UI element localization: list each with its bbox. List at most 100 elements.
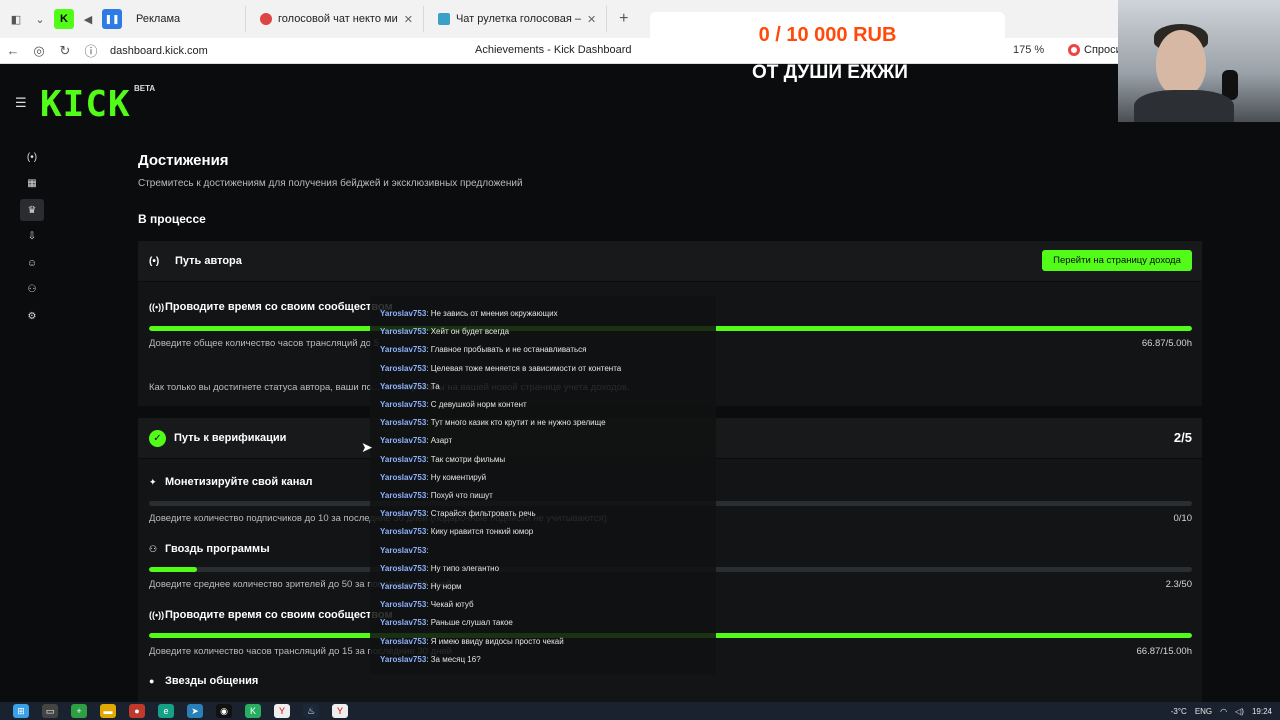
chat-message: Yaroslav753: С девушкой норм контент xyxy=(380,400,527,409)
verification-path-title: Путь к верификации xyxy=(174,432,287,444)
chat-username[interactable]: Yaroslav753 xyxy=(380,382,426,391)
tab-chat-roulette[interactable]: Чат рулетка голосовая – ✕ xyxy=(428,6,608,32)
weather[interactable]: -3°C xyxy=(1171,707,1187,716)
yandex-icon[interactable]: Y xyxy=(274,704,290,718)
users-icon[interactable]: ⚇ xyxy=(20,279,44,301)
zoom-level[interactable]: 175 % xyxy=(1013,44,1044,56)
chat-text: Не завись от мнения окружающих xyxy=(430,309,558,318)
app-icon[interactable]: + xyxy=(71,704,87,718)
obs-icon[interactable]: ◉ xyxy=(216,704,232,718)
tab-ads[interactable]: Реклама xyxy=(126,6,246,32)
verification-count: 2/5 xyxy=(1173,430,1192,445)
chat-username[interactable]: Yaroslav753 xyxy=(380,491,426,500)
volume-icon[interactable]: ◁) xyxy=(1235,707,1244,716)
chat-username[interactable]: Yaroslav753 xyxy=(380,473,426,482)
analytics-icon[interactable]: ▦ xyxy=(20,173,44,195)
chat-text: Ну типо элегантно xyxy=(430,563,500,573)
chat-text: Главное пробывать и не останавливаться xyxy=(430,345,587,355)
ask-button[interactable]: Спроси xyxy=(1068,44,1122,56)
chat-username[interactable]: Yaroslav753 xyxy=(380,546,426,555)
donation-goal-widget: 0 / 10 000 RUB xyxy=(650,12,1005,58)
chat-message: Yaroslav753: Целевая тоже меняется в зав… xyxy=(380,363,622,373)
chat-message: Yaroslav753: За месяц 16? xyxy=(380,654,481,664)
edge-icon[interactable]: e xyxy=(158,704,174,718)
broadcast-icon: (•) xyxy=(149,255,160,267)
close-icon[interactable]: ✕ xyxy=(587,13,596,26)
close-icon[interactable]: ✕ xyxy=(404,13,413,26)
red-circle-icon xyxy=(260,13,272,25)
hamburger-menu-icon[interactable]: ☰ xyxy=(15,95,27,111)
clock[interactable]: 19:24 xyxy=(1252,707,1272,716)
chat-text: Старайся фильтровать речь xyxy=(430,509,536,519)
chat-username[interactable]: Yaroslav753 xyxy=(380,509,426,518)
steam-icon[interactable]: ♨ xyxy=(303,704,319,718)
pause-icon[interactable]: ❚❚ xyxy=(102,9,122,29)
tab-voice-chat[interactable]: голосовой чат некто ми ✕ xyxy=(250,6,424,32)
alice-icon xyxy=(1068,44,1080,56)
page-subtitle: Стремитесь к достижениям для получения б… xyxy=(138,178,523,189)
wifi-icon[interactable]: ◠ xyxy=(1220,707,1227,716)
telegram-icon[interactable]: ➤ xyxy=(187,704,203,718)
url-input[interactable]: dashboard.kick.com xyxy=(110,45,208,57)
chat-text: Похуй что пишут xyxy=(430,491,493,500)
folder-icon[interactable]: ▬ xyxy=(100,704,116,718)
tab-label: Чат рулетка голосовая – xyxy=(455,13,581,25)
windows-start-icon[interactable]: ⊞ xyxy=(13,704,29,718)
chat-username[interactable]: Yaroslav753 xyxy=(380,436,426,445)
audience-icon: ⚇ xyxy=(149,543,158,554)
upload-icon[interactable]: ⇩ xyxy=(20,226,44,248)
chat-username[interactable]: Yaroslav753 xyxy=(380,418,426,427)
kick-logo[interactable]: KICK xyxy=(40,84,131,125)
chat-message: Yaroslav753: Главное пробывать и не оста… xyxy=(380,345,587,355)
chat-text: Азарт xyxy=(430,436,453,446)
mute-icon[interactable]: ◀ xyxy=(78,9,98,29)
yandex-browser-icon[interactable]: Y xyxy=(332,704,348,718)
chat-username[interactable]: Yaroslav753 xyxy=(380,400,426,409)
chevron-down-icon[interactable]: ⌄ xyxy=(30,9,50,29)
chat-icon xyxy=(437,13,450,25)
chat-username[interactable]: Yaroslav753 xyxy=(380,564,426,573)
chat-username[interactable]: Yaroslav753 xyxy=(380,582,426,591)
verified-check-icon: ✓ xyxy=(149,429,166,447)
broadcast-icon[interactable]: (•) xyxy=(20,146,44,168)
chat-username[interactable]: Yaroslav753 xyxy=(380,600,426,609)
chat-message: Yaroslav753: Хейт он будет всегда xyxy=(380,327,510,337)
task-view-icon[interactable]: ▭ xyxy=(42,704,58,718)
chat-username[interactable]: Yaroslav753 xyxy=(380,345,426,354)
trophy-icon[interactable]: ♛ xyxy=(20,199,44,221)
chat-username[interactable]: Yaroslav753 xyxy=(380,364,426,373)
achievement-value: 0/10 xyxy=(1173,513,1193,524)
chat-username[interactable]: Yaroslav753 xyxy=(380,527,426,536)
kick-favicon-icon[interactable]: K xyxy=(54,9,74,29)
chat-message: Yaroslav753: Не завись от мнения окружаю… xyxy=(380,309,558,318)
stream-caption: ОТ ДУШИ ЕЖЖИ xyxy=(752,62,908,83)
chat-username[interactable]: Yaroslav753 xyxy=(380,327,426,336)
chat-username[interactable]: Yaroslav753 xyxy=(380,655,426,664)
sidebar-toggle-icon[interactable]: ◧ xyxy=(6,9,26,29)
broadcast-icon: ((•)) xyxy=(149,610,165,620)
kick-app-icon[interactable]: K xyxy=(245,704,261,718)
chat-username[interactable]: Yaroslav753 xyxy=(380,637,426,646)
achievement-title: ✦ Монетизируйте свой канал xyxy=(149,476,313,488)
back-icon[interactable]: ← xyxy=(0,43,26,58)
achievement-value: 66.87/15.00h xyxy=(1136,646,1192,657)
chat-message: Yaroslav753: Ну коментируй xyxy=(380,472,487,482)
chat-text: С девушкой норм контент xyxy=(430,400,527,409)
language[interactable]: ENG xyxy=(1195,707,1212,716)
chat-username[interactable]: Yaroslav753 xyxy=(380,309,426,318)
shield-icon[interactable]: ◎ xyxy=(26,43,52,59)
chat-message: Yaroslav753: Тут много казик кто крутит … xyxy=(380,418,606,428)
reload-icon[interactable]: ↻ xyxy=(52,43,78,59)
sparkle-icon: ✦ xyxy=(149,476,157,487)
new-tab-button[interactable]: + xyxy=(611,10,636,28)
chat-text: Кику нравится тонкий юмор xyxy=(430,527,534,537)
chat-username[interactable]: Yaroslav753 xyxy=(380,455,426,464)
chat-message: Yaroslav753: Кику нравится тонкий юмор xyxy=(380,527,534,537)
chat-message: Yaroslav753: Ну норм xyxy=(380,582,462,591)
community-icon[interactable]: ☺ xyxy=(20,252,44,274)
chrome-icon[interactable]: ● xyxy=(129,704,145,718)
gear-icon[interactable]: ⚙ xyxy=(20,305,44,327)
chat-username[interactable]: Yaroslav753 xyxy=(380,618,426,627)
page-title-display: Achievements - Kick Dashboard xyxy=(475,44,632,56)
goto-revenue-button[interactable]: Перейти на страницу дохода xyxy=(1042,250,1192,271)
